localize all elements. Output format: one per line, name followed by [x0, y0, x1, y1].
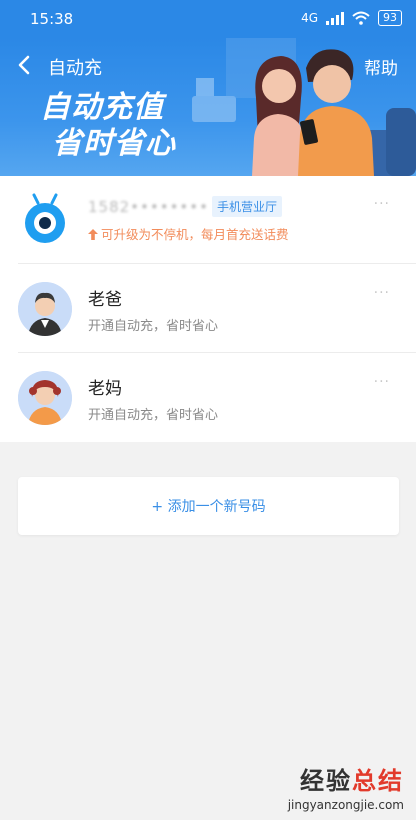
app-logo-icon — [25, 193, 65, 243]
contact-subtitle: 开通自动充，省时省心 — [88, 408, 219, 423]
more-icon[interactable]: ··· — [374, 374, 390, 390]
divider — [18, 352, 416, 353]
contact-name: 老妈 — [88, 379, 122, 399]
watermark: 经验总结 jingyanzongjie.com — [288, 761, 404, 812]
add-number-label: + 添加一个新号码 — [151, 499, 266, 515]
dad-avatar — [18, 282, 72, 336]
network-label: 4G — [301, 11, 318, 25]
contact-name: 老爸 — [88, 290, 122, 310]
more-icon[interactable]: ··· — [374, 285, 390, 301]
page-title: 自动充 — [48, 58, 102, 79]
couple-illustration — [192, 38, 416, 176]
upgrade-hint: 可升级为不停机，每月首充送话费 — [88, 224, 289, 243]
battery-icon: 93 — [378, 10, 402, 26]
more-icon[interactable]: ··· — [374, 196, 390, 212]
status-icons: 4G 93 — [301, 10, 402, 26]
upgrade-hint-text: 可升级为不停机，每月首充送话费 — [101, 227, 289, 242]
mom-avatar — [18, 371, 72, 425]
status-bar: 15:38 4G 93 — [0, 0, 416, 38]
divider — [18, 263, 416, 264]
header-banner: 自动充 帮助 自动充值 省时省心 — [0, 38, 416, 176]
wifi-icon — [352, 11, 370, 25]
phone-number-masked: 1582•••••••• — [88, 198, 209, 216]
list-item-own-number[interactable]: 1582•••••••• 手机营业厅 可升级为不停机，每月首充送话费 ··· — [0, 176, 416, 264]
source-tag: 手机营业厅 — [212, 196, 283, 217]
banner-slogan-line2: 省时省心 — [52, 126, 176, 161]
watermark-title: 经验总结 — [300, 767, 404, 795]
list-item-mom[interactable]: 老妈 开通自动充，省时省心 ··· — [0, 354, 416, 442]
arrow-up-icon — [88, 229, 98, 240]
add-number-button[interactable]: + 添加一个新号码 — [18, 477, 399, 535]
watermark-url: jingyanzongjie.com — [287, 798, 404, 812]
status-time: 15:38 — [30, 10, 74, 28]
account-list: 1582•••••••• 手机营业厅 可升级为不停机，每月首充送话费 ··· 老… — [0, 176, 416, 442]
back-arrow-icon[interactable] — [14, 54, 36, 76]
signal-icon — [326, 11, 344, 25]
contact-subtitle: 开通自动充，省时省心 — [88, 319, 219, 334]
list-item-dad[interactable]: 老爸 开通自动充，省时省心 ··· — [0, 265, 416, 353]
